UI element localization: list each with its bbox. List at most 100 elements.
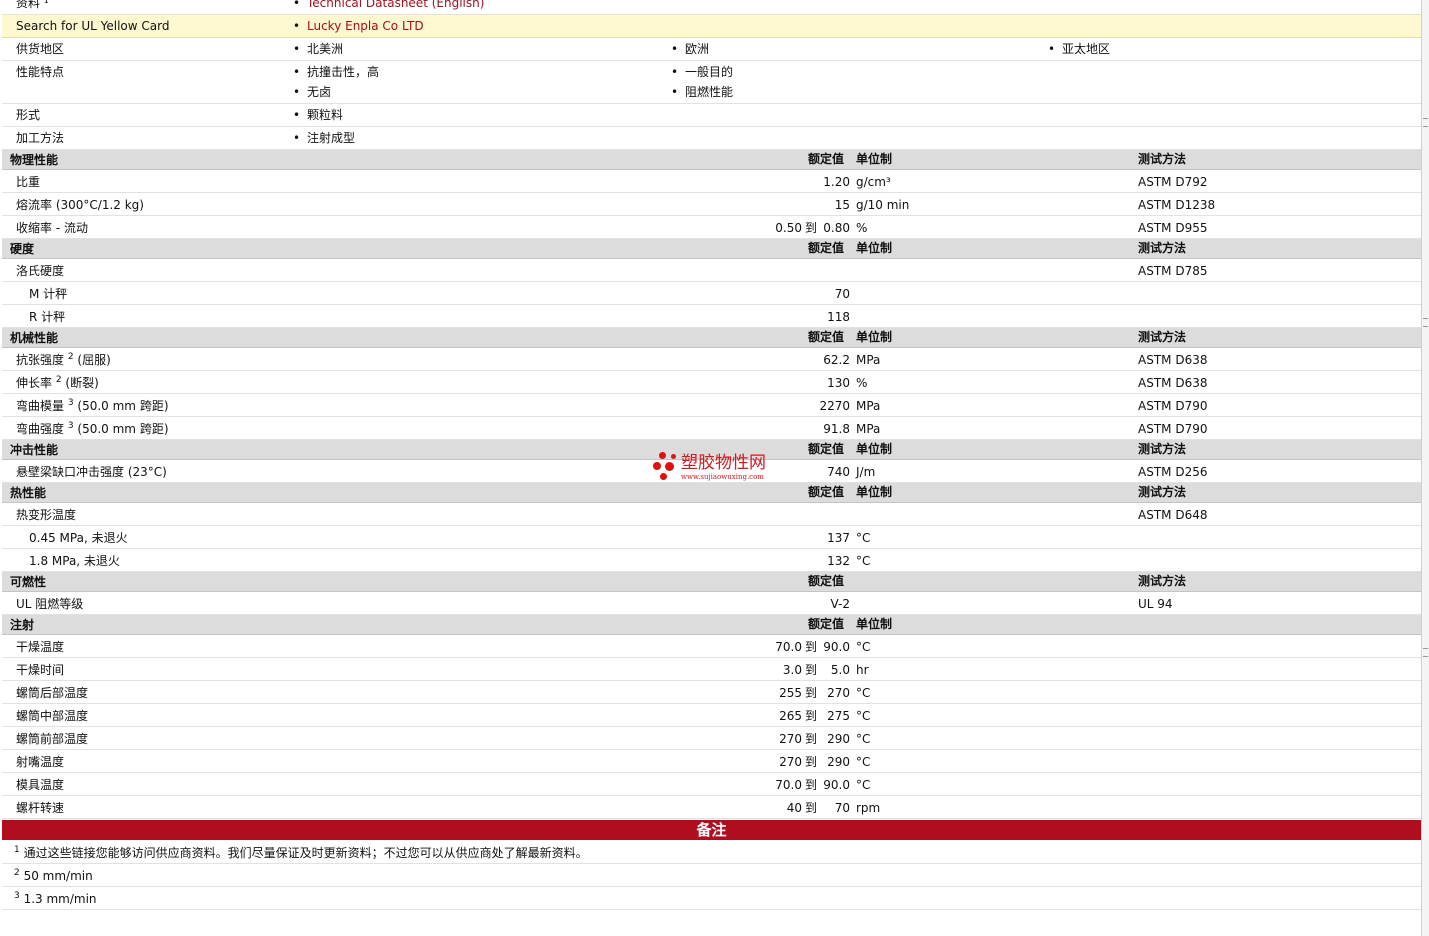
value-max: 90.0 — [823, 640, 850, 654]
test-method: ASTM D256 — [1138, 465, 1208, 479]
unit: °C — [856, 755, 871, 769]
property-name: 螺筒后部温度 — [16, 686, 89, 700]
test-method: ASTM D648 — [1138, 508, 1208, 522]
property-name: 热变形温度 — [16, 508, 77, 522]
info-row: 形式 颗粒料 — [2, 104, 1421, 127]
property-name: 弯曲强度 — [16, 422, 65, 436]
column-header-nominal: 额定值 — [808, 442, 845, 456]
value: 118 — [827, 310, 850, 324]
property-row: M 计秤 70 — [2, 282, 1421, 305]
scroll-thumb-bottom[interactable] — [1423, 318, 1428, 327]
scrollbar[interactable] — [1421, 0, 1429, 936]
section-title: 物理性能 — [10, 153, 59, 167]
property-row: 比重 1.20 g/cm³ ASTM D792 — [2, 170, 1421, 193]
property-label: 热变形温度 — [16, 508, 76, 522]
property-name: 干燥温度 — [16, 640, 65, 654]
property-name: 抗张强度 — [16, 353, 65, 367]
info-row: 供货地区 北美洲 欧洲 亚太地区 — [2, 38, 1421, 61]
info-row: Search for UL Yellow Card Lucky Enpla Co … — [2, 15, 1421, 38]
range-connector: 到 — [805, 686, 818, 700]
property-row: UL 阻燃等级 V-2 UL 94 — [2, 592, 1421, 615]
property-condition: (断裂) — [65, 376, 99, 390]
property-label: UL 阻燃等级 — [16, 597, 83, 611]
footnote-ref: 2 — [55, 375, 62, 385]
property-row: 干燥温度 70.0 到 90.0 °C — [2, 635, 1421, 658]
info-link[interactable]: Technical Datasheet (English) — [293, 0, 484, 10]
property-name: 伸长率 — [16, 376, 53, 390]
notes-title: 备注 — [696, 821, 727, 839]
value-max: 70 — [834, 801, 850, 815]
watermark-name: 塑胶物性网 — [681, 453, 766, 473]
info-link[interactable]: Lucky Enpla Co LTD — [293, 19, 424, 33]
property-row: 0.45 MPa, 未退火 137 °C — [2, 526, 1421, 549]
property-name: 收缩率 - 流动 — [16, 221, 88, 235]
unit: °C — [856, 686, 871, 700]
test-method: ASTM D792 — [1138, 175, 1208, 189]
unit: MPa — [856, 399, 881, 413]
property-row: 干燥时间 3.0 到 5.0 hr — [2, 658, 1421, 681]
section-title: 机械性能 — [10, 331, 59, 345]
value-min: 3.0 — [782, 663, 802, 677]
property-name: 螺杆转速 — [16, 801, 65, 815]
note-row: 2 50 mm/min — [2, 864, 1421, 887]
info-value: 北美洲 — [293, 42, 343, 56]
info-value: 无卤 — [293, 85, 331, 99]
info-value: 亚太地区 — [1048, 42, 1110, 56]
range-connector: 到 — [805, 732, 818, 746]
test-method: ASTM D790 — [1138, 399, 1208, 413]
value-max: 275 — [827, 709, 850, 723]
property-name: 弯曲模量 — [16, 399, 65, 413]
column-header-unit: 单位制 — [856, 330, 893, 344]
column-header-unit: 单位制 — [856, 442, 893, 456]
footnote-ref: 2 — [67, 352, 74, 362]
note-content: 1.3 mm/min — [23, 892, 97, 906]
unit: °C — [856, 554, 871, 568]
property-label: 弯曲强度 3 (50.0 mm 跨距) — [16, 421, 169, 437]
info-value: 抗撞击性，高 — [293, 65, 379, 79]
note-text: 2 50 mm/min — [14, 868, 93, 884]
test-method: ASTM D638 — [1138, 376, 1208, 390]
footnote-ref: 3 — [67, 421, 74, 431]
unit: °C — [856, 531, 871, 545]
value: 740 — [827, 465, 850, 479]
info-value: 注射成型 — [293, 131, 355, 145]
unit: MPa — [856, 353, 881, 367]
range-connector: 到 — [805, 801, 818, 815]
column-header-method: 测试方法 — [1138, 485, 1187, 499]
property-row: 熔流率 (300°C/1.2 kg) 15 g/10 min ASTM D1238 — [2, 193, 1421, 216]
section-title: 注射 — [10, 618, 35, 632]
unit: °C — [856, 732, 871, 746]
column-header-nominal: 额定值 — [808, 485, 845, 499]
value-max: 270 — [827, 686, 850, 700]
value: 1.20 — [823, 175, 850, 189]
value: 70 — [834, 287, 850, 301]
info-row: 性能特点 抗撞击性，高 一般目的无卤 阻燃性能 — [2, 61, 1421, 104]
info-label: 供货地区 — [16, 42, 65, 56]
column-header-nominal: 额定值 — [808, 330, 845, 344]
property-label: 螺筒前部温度 — [16, 732, 88, 746]
value: 130 — [827, 376, 850, 390]
property-name: 1.8 MPa, 未退火 — [29, 554, 120, 568]
value-min: 270 — [779, 732, 802, 746]
footnote-ref: 3 — [67, 398, 74, 408]
property-label: 模具温度 — [16, 778, 64, 792]
info-value: 阻燃性能 — [671, 85, 733, 99]
test-method: ASTM D790 — [1138, 422, 1208, 436]
property-row: 1.8 MPa, 未退火 132 °C — [2, 549, 1421, 572]
unit: °C — [856, 709, 871, 723]
value-max: 290 — [827, 732, 850, 746]
scroll-thumb-top[interactable] — [1423, 118, 1428, 127]
property-label: 螺杆转速 — [16, 801, 64, 815]
column-header-unit: 单位制 — [856, 617, 893, 631]
value-min: 270 — [779, 755, 802, 769]
property-name: M 计秤 — [29, 287, 68, 301]
column-header-method: 测试方法 — [1138, 241, 1187, 255]
value-min: 70.0 — [775, 778, 802, 792]
property-name: 模具温度 — [16, 778, 65, 792]
note-number: 2 — [14, 868, 20, 878]
property-label: R 计秤 — [29, 310, 65, 324]
property-name: 螺筒中部温度 — [16, 709, 89, 723]
value: 2270 — [819, 399, 850, 413]
test-method: ASTM D1238 — [1138, 198, 1216, 212]
column-header-nominal: 额定值 — [808, 574, 845, 588]
